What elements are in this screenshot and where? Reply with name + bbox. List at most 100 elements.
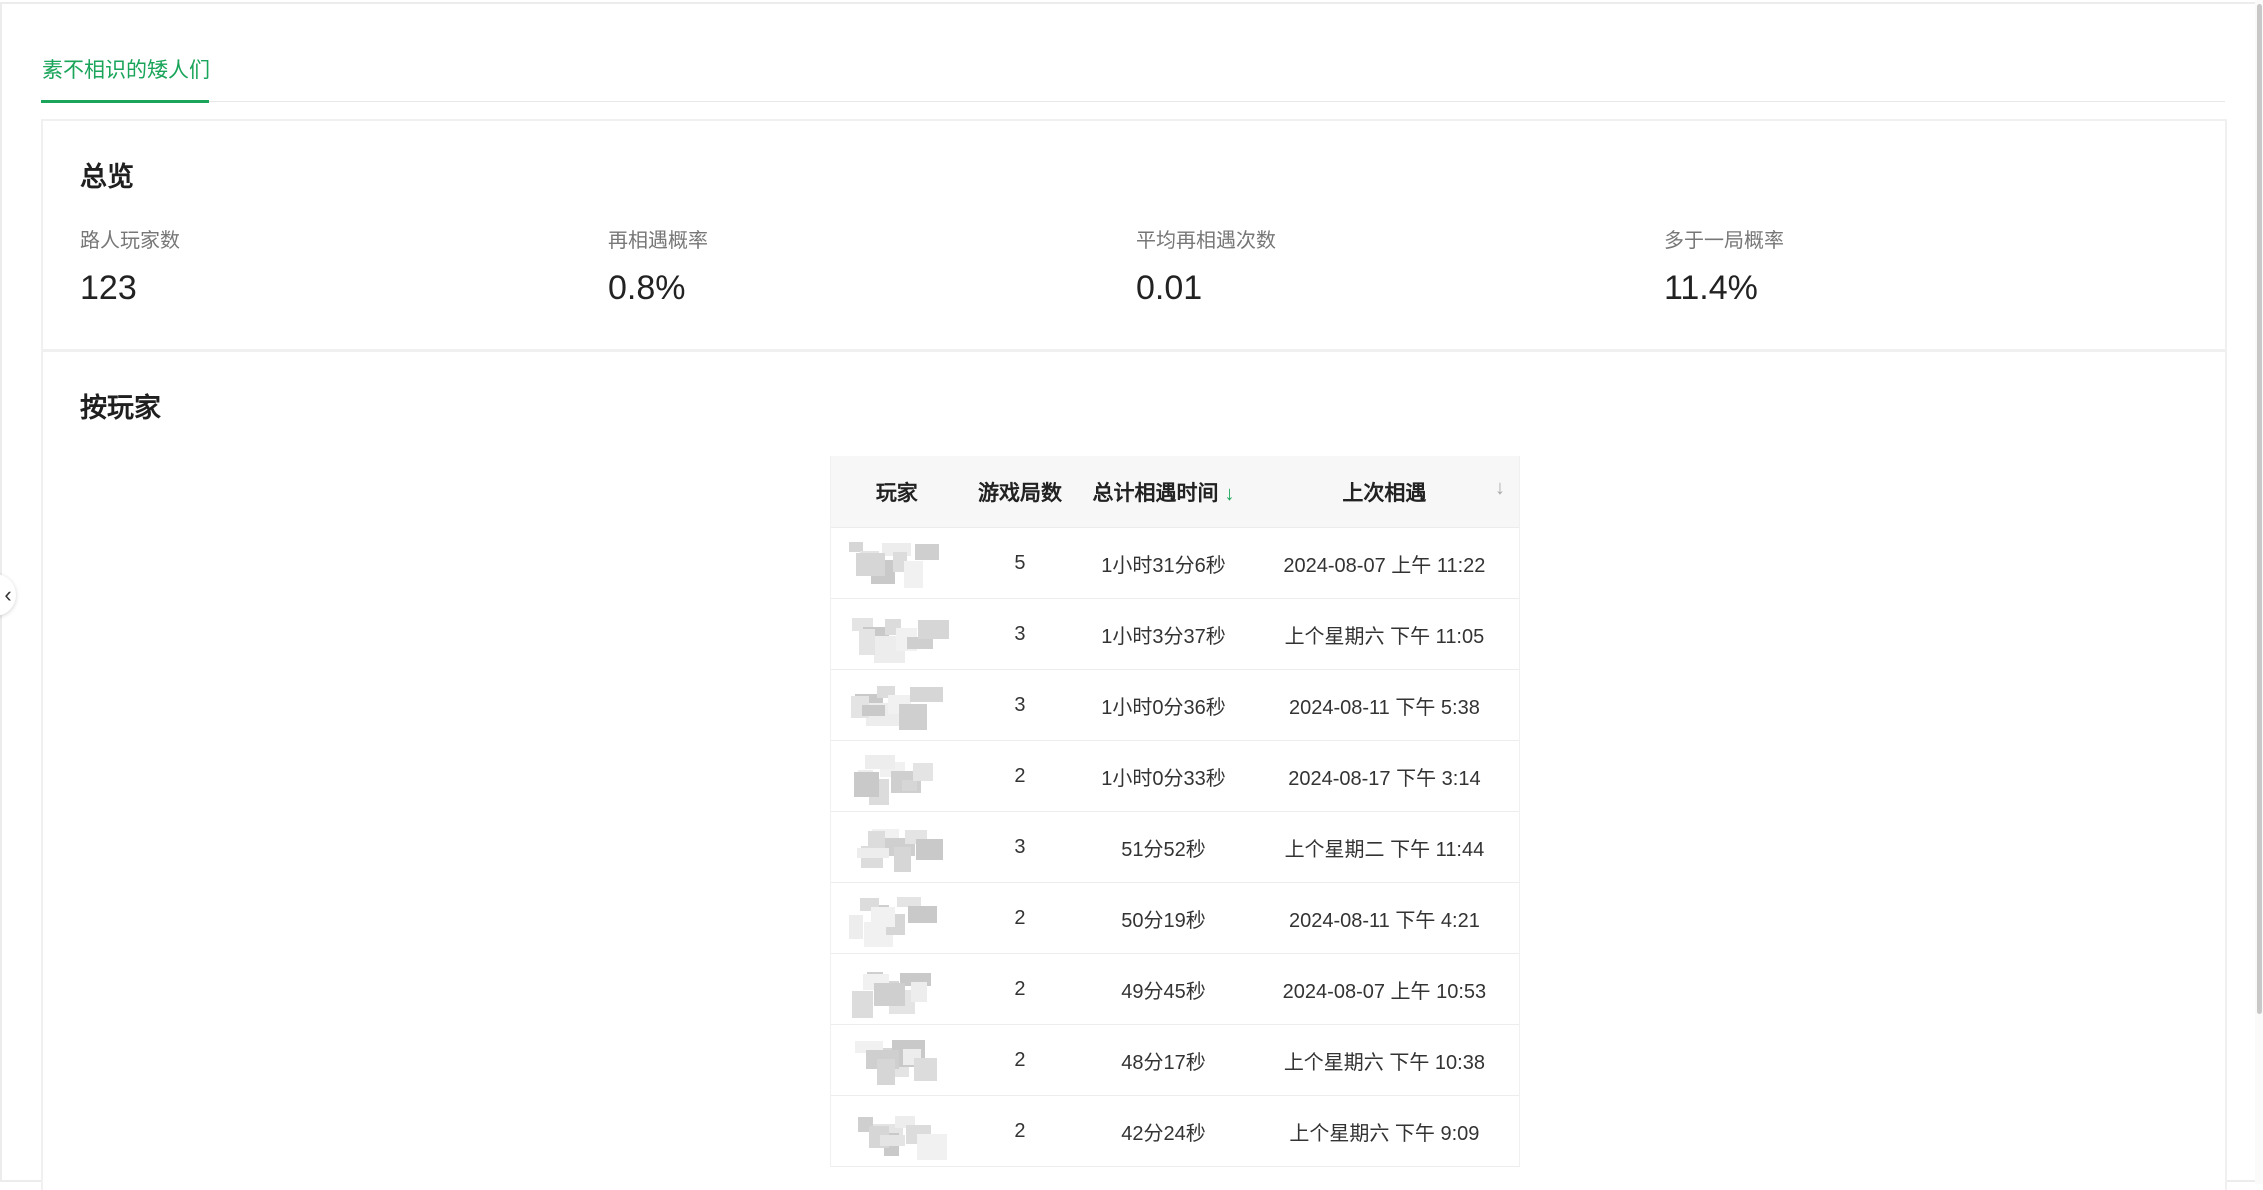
- last-met: 2024-08-11 下午 5:38: [1288, 696, 1480, 719]
- last-met: 2024-08-17 下午 3:14: [1288, 767, 1481, 790]
- total-time: 1小时0分33秒: [1101, 767, 1226, 790]
- table-row[interactable]: 3 1小时3分37秒 上个星期六 下午 11:05: [831, 599, 1519, 670]
- stat-value: 0.01: [1136, 269, 1203, 307]
- table-header: 玩家 游戏局数 总计相遇时间 ↓ 上次相遇 ↓: [831, 456, 1519, 528]
- player-avatar-cell: [831, 897, 963, 947]
- last-met: 上个星期六 下午 10:38: [1283, 1051, 1485, 1074]
- player-avatar-cell: [831, 826, 963, 872]
- stat-label: 路人玩家数: [80, 230, 180, 252]
- games-count: 3: [1014, 622, 1026, 645]
- stat-multi-game-rate: 多于一局概率 11.4%: [1664, 224, 2164, 308]
- avatar-pixel: [856, 553, 885, 576]
- blurred-avatar[interactable]: [849, 684, 943, 730]
- player-avatar-cell: [831, 755, 963, 805]
- avatar-pixel: [852, 991, 873, 1018]
- table-row[interactable]: 2 1小时0分33秒 2024-08-17 下午 3:14: [831, 741, 1519, 812]
- total-time: 1小时31分6秒: [1101, 554, 1226, 577]
- blurred-avatar[interactable]: [849, 897, 941, 947]
- player-avatar-cell: [831, 968, 963, 1018]
- blurred-avatar[interactable]: [849, 755, 941, 805]
- player-avatar-cell: [831, 1039, 963, 1085]
- total-time: 48分17秒: [1121, 1051, 1206, 1074]
- avatar-pixel: [913, 763, 933, 781]
- stat-value: 11.4%: [1664, 269, 1758, 307]
- stat-label: 再相遇概率: [608, 230, 708, 252]
- stat-rematch-rate: 再相遇概率 0.8%: [608, 224, 1108, 308]
- blurred-avatar[interactable]: [849, 968, 941, 1018]
- avatar-pixel: [915, 544, 939, 560]
- stat-strangers-count: 路人玩家数 123: [80, 224, 580, 308]
- avatar-pixel: [865, 755, 895, 769]
- table-row[interactable]: 3 51分52秒 上个星期二 下午 11:44: [831, 812, 1519, 883]
- header-last-met-label: 上次相遇: [1342, 481, 1427, 505]
- games-count: 2: [1014, 977, 1026, 1000]
- blurred-avatar[interactable]: [849, 542, 941, 588]
- active-tab-indicator: [41, 100, 209, 103]
- stat-value: 0.8%: [608, 269, 686, 307]
- table-body: 5 1小时31分6秒 2024-08-07 上午 11:22 3 1小时3分37秒 上个星…: [831, 528, 1519, 1167]
- header-total-time-label: 总计相遇时间: [1092, 481, 1219, 505]
- last-met: 2024-08-11 下午 4:21: [1288, 909, 1480, 932]
- avatar-pixel: [871, 907, 895, 927]
- table-row[interactable]: 2 49分45秒 2024-08-07 上午 10:53: [831, 954, 1519, 1025]
- sort-descending-inactive-icon[interactable]: ↓: [1495, 477, 1505, 500]
- total-time: 1小时3分37秒: [1101, 625, 1226, 648]
- stat-label: 多于一局概率: [1664, 230, 1784, 252]
- player-avatar-cell: [831, 542, 963, 588]
- sidebar-toggle[interactable]: ‹: [0, 574, 16, 616]
- avatar-pixel: [918, 620, 949, 639]
- games-count: 3: [1014, 835, 1026, 858]
- avatar-pixel: [874, 983, 905, 1006]
- header-last-met[interactable]: 上次相遇 ↓: [1250, 477, 1519, 507]
- avatar-pixel: [908, 906, 937, 923]
- chevron-left-icon: ‹: [4, 582, 12, 607]
- avatar-pixel: [859, 629, 875, 655]
- total-time: 51分52秒: [1121, 838, 1206, 861]
- avatar-pixel: [910, 687, 943, 702]
- header-player: 玩家: [875, 481, 918, 505]
- tab-strangers[interactable]: 素不相识的矮人们: [41, 48, 211, 103]
- avatar-pixel: [854, 772, 879, 797]
- total-time: 1小时0分36秒: [1101, 696, 1226, 719]
- avatar-pixel: [899, 704, 927, 730]
- header-total-time[interactable]: 总计相遇时间 ↓: [1077, 477, 1250, 507]
- scrollbar-thumb[interactable]: [2257, 4, 2262, 1014]
- table-row[interactable]: 2 50分19秒 2024-08-11 下午 4:21: [831, 883, 1519, 954]
- total-time: 42分24秒: [1121, 1122, 1206, 1145]
- player-avatar-cell: [831, 613, 963, 663]
- games-count: 5: [1014, 551, 1026, 574]
- table-row[interactable]: 2 42分24秒 上个星期六 下午 9:09: [831, 1096, 1519, 1167]
- last-met: 上个星期六 下午 11:05: [1284, 625, 1485, 648]
- blurred-avatar[interactable]: [849, 826, 943, 872]
- table-row[interactable]: 2 48分17秒 上个星期六 下午 10:38: [831, 1025, 1519, 1096]
- avatar-pixel: [857, 848, 889, 858]
- blurred-avatar[interactable]: [849, 1039, 941, 1085]
- games-count: 3: [1014, 693, 1026, 716]
- player-avatar-cell: [831, 684, 963, 730]
- avatar-pixel: [862, 705, 885, 716]
- last-met: 上个星期六 下午 9:09: [1289, 1122, 1480, 1145]
- table-row[interactable]: 3 1小时0分36秒 2024-08-11 下午 5:38: [831, 670, 1519, 741]
- blurred-avatar[interactable]: [849, 613, 949, 663]
- overview-card: 总览 路人玩家数 123 再相遇概率 0.8% 平均再相遇次数 0.01 多于一…: [41, 119, 2227, 351]
- games-count: 2: [1014, 1119, 1026, 1142]
- avatar-pixel: [880, 1135, 905, 1146]
- blurred-avatar[interactable]: [849, 1110, 947, 1160]
- header-games: 游戏局数: [977, 481, 1062, 505]
- app-window: 素不相识的矮人们 总览 路人玩家数 123 再相遇概率 0.8% 平均再相遇次数…: [0, 2, 2258, 1190]
- stat-avg-rematches: 平均再相遇次数 0.01: [1136, 224, 1636, 308]
- table-row[interactable]: 5 1小时31分6秒 2024-08-07 上午 11:22: [831, 528, 1519, 599]
- total-time: 49分45秒: [1121, 980, 1206, 1003]
- avatar-pixel: [914, 1058, 937, 1081]
- sort-descending-active-icon[interactable]: ↓: [1225, 483, 1235, 506]
- avatar-pixel: [916, 839, 943, 860]
- scrollbar[interactable]: [2255, 0, 2263, 1184]
- avatar-pixel: [849, 915, 863, 939]
- players-card: 按玩家 玩家 游戏局数 总计相遇时间 ↓ 上次相遇 ↓ 5 1小时31分6秒 2024…: [41, 350, 2227, 1190]
- tab-label: 素不相识的矮人们: [42, 59, 210, 82]
- avatar-pixel: [868, 831, 885, 848]
- avatar-pixel: [911, 982, 927, 1002]
- last-met: 2024-08-07 上午 11:22: [1283, 554, 1486, 577]
- stat-value: 123: [80, 269, 137, 307]
- games-count: 2: [1014, 906, 1026, 929]
